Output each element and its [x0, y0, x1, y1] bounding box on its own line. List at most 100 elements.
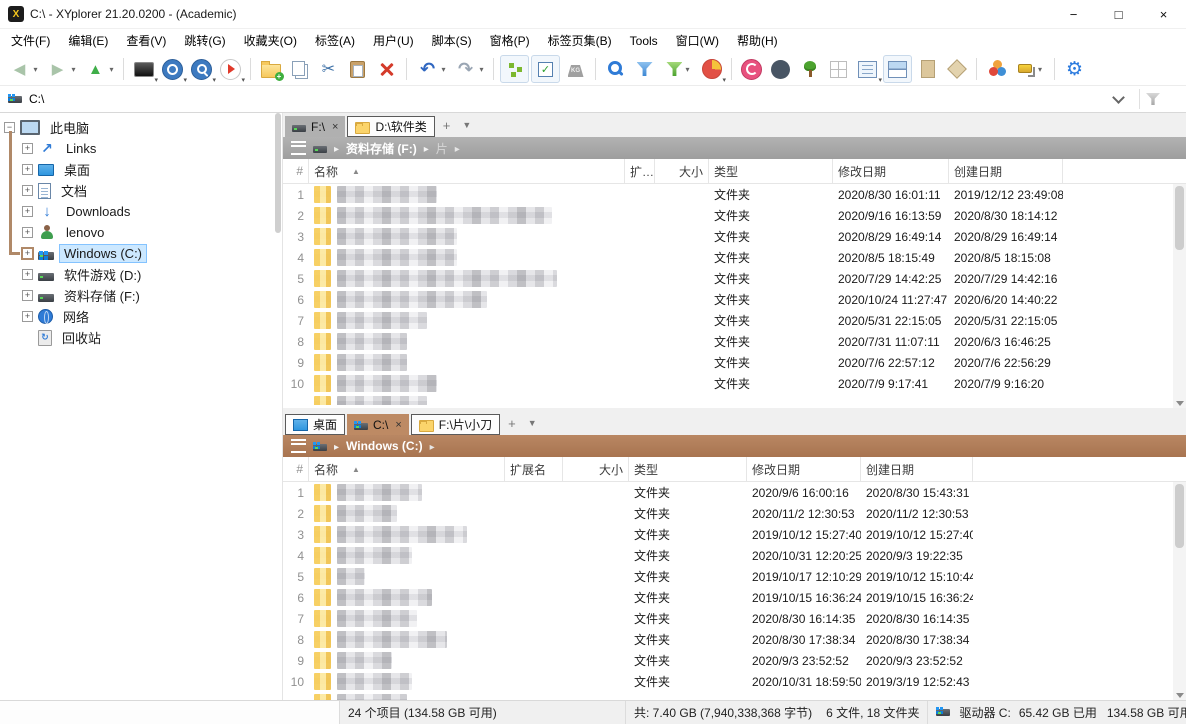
new-tab-button[interactable]: + [502, 416, 522, 431]
tree-scrollbar-thumb[interactable] [275, 113, 281, 233]
toolbar-button[interactable] [250, 58, 251, 80]
column-header[interactable]: 大小 [563, 457, 629, 481]
tree-expander[interactable]: + [22, 290, 33, 301]
toolbar-button[interactable] [595, 58, 596, 80]
tree-item[interactable]: + 资料存储 (F:) [0, 285, 282, 306]
tree-item[interactable]: − 此电脑 [0, 117, 282, 138]
breadcrumb-segment[interactable]: 资料存储 (F:) [346, 140, 417, 157]
tree-item[interactable]: + Links [0, 138, 282, 159]
tree-item[interactable]: + 网络 [0, 306, 282, 327]
menu-item[interactable]: 标签(A) [306, 29, 364, 53]
scrollbar-thumb[interactable] [1175, 186, 1184, 250]
file-row[interactable]: 5 文件夹 2020/7/29 14:42:25 2020/7/29 14:42… [283, 268, 1186, 289]
minimize-button[interactable]: − [1051, 0, 1096, 28]
file-row[interactable]: 8 文件夹 2020/8/30 17:38:34 2020/8/30 17:38… [283, 629, 1186, 650]
column-header[interactable]: 类型 [629, 457, 747, 481]
breadcrumb-segment[interactable]: Windows (C:) [346, 439, 423, 453]
toolbar-button[interactable] [738, 56, 765, 82]
toolbar-button[interactable] [315, 56, 342, 82]
toolbar-button[interactable] [217, 56, 244, 82]
toolbar-button[interactable] [159, 56, 186, 82]
toolbar-button[interactable] [373, 56, 400, 82]
toolbar-button[interactable] [854, 56, 881, 82]
toolbar-button[interactable] [796, 56, 823, 82]
tree-item[interactable]: + Windows (C:) [0, 243, 282, 264]
toolbar-button[interactable] [531, 55, 560, 83]
tab[interactable]: F:\片\小刀 [411, 414, 500, 435]
file-row[interactable]: 7 文件夹 2020/5/31 22:15:05 2020/5/31 22:15… [283, 310, 1186, 331]
toolbar-button[interactable] [1061, 56, 1088, 82]
scrollbar-thumb[interactable] [1175, 484, 1184, 548]
tree-item[interactable]: + 软件游戏 (D:) [0, 264, 282, 285]
tree-item[interactable]: + lenovo [0, 222, 282, 243]
column-header[interactable]: 创建日期 [949, 159, 1063, 183]
toolbar-button[interactable] [130, 56, 157, 82]
column-header[interactable]: 扩… [625, 159, 655, 183]
column-header[interactable]: 名称▲ [309, 159, 625, 183]
toolbar-button[interactable] [451, 56, 487, 82]
menu-item[interactable]: 窗口(W) [667, 29, 728, 53]
toolbar-button[interactable] [767, 56, 794, 82]
toolbar-button[interactable] [731, 58, 732, 80]
tree-expander[interactable]: + [22, 164, 33, 175]
file-row[interactable]: 8 文件夹 2020/7/31 11:07:11 2020/6/3 16:46:… [283, 331, 1186, 352]
column-header[interactable]: # [283, 159, 309, 183]
hamburger-menu-icon[interactable] [291, 439, 306, 453]
file-row[interactable]: 3 文件夹 2020/8/29 16:49:14 2020/8/29 16:49… [283, 226, 1186, 247]
menu-item[interactable]: 跳转(G) [175, 29, 234, 53]
column-header[interactable]: 扩展名 [505, 457, 563, 481]
toolbar-button[interactable] [698, 56, 725, 82]
tree-item[interactable]: + 文档 [0, 180, 282, 201]
toolbar-button[interactable] [344, 56, 371, 82]
menu-item[interactable]: 脚本(S) [423, 29, 481, 53]
menu-item[interactable]: 标签页集(B) [539, 29, 621, 53]
scroll-down-arrow-icon[interactable] [1176, 401, 1184, 406]
scroll-down-arrow-icon[interactable] [1176, 693, 1184, 698]
menu-item[interactable]: 收藏夹(O) [235, 29, 306, 53]
toolbar-button[interactable] [406, 58, 407, 80]
toolbar-button[interactable] [493, 58, 494, 80]
file-row[interactable]: 4 文件夹 2020/8/5 18:15:49 2020/8/5 18:15:0… [283, 247, 1186, 268]
toolbar-button[interactable] [660, 56, 696, 82]
column-header[interactable]: # [283, 457, 309, 481]
address-dropdown-button[interactable] [1103, 96, 1133, 102]
tab[interactable]: F:\ × [285, 116, 345, 137]
menu-item[interactable]: 窗格(P) [481, 29, 539, 53]
tree-expander[interactable]: + [21, 247, 34, 260]
column-header[interactable]: 创建日期 [861, 457, 973, 481]
tab-list-dropdown[interactable]: ▼ [456, 120, 477, 130]
maximize-button[interactable]: □ [1096, 0, 1141, 28]
file-row[interactable]: 4 文件夹 2020/10/31 12:20:25 2020/9/3 19:22… [283, 545, 1186, 566]
tree-expander[interactable]: + [22, 311, 33, 322]
column-header[interactable]: 大小 [655, 159, 709, 183]
toolbar-button[interactable] [81, 56, 117, 82]
toolbar-button[interactable] [413, 56, 449, 82]
toolbar-button[interactable] [631, 56, 658, 82]
breadcrumb-segment[interactable]: 片 [436, 140, 448, 157]
menu-item[interactable]: 查看(V) [117, 29, 175, 53]
menu-item[interactable]: 帮助(H) [728, 29, 787, 53]
top-list-scrollbar[interactable] [1173, 184, 1186, 408]
new-tab-button[interactable]: + [437, 118, 457, 133]
column-header[interactable]: 名称▲ [309, 457, 505, 481]
toolbar-button[interactable] [983, 56, 1010, 82]
close-button[interactable]: × [1141, 0, 1186, 28]
tree-expander[interactable]: + [22, 185, 33, 196]
toolbar-button[interactable] [257, 56, 284, 82]
file-row[interactable]: 1 文件夹 2020/8/30 16:01:11 2019/12/12 23:4… [283, 184, 1186, 205]
tree-expander[interactable]: + [22, 269, 33, 280]
toolbar-button[interactable] [286, 56, 313, 82]
hamburger-menu-icon[interactable] [291, 141, 306, 155]
file-row[interactable]: 9 文件夹 2020/7/6 22:57:12 2020/7/6 22:56:2… [283, 352, 1186, 373]
tree-expander[interactable]: + [22, 227, 33, 238]
file-row[interactable]: 1 文件夹 2020/9/6 16:00:16 2020/8/30 15:43:… [283, 482, 1186, 503]
toolbar-button[interactable] [1054, 58, 1055, 80]
file-row[interactable]: 3 文件夹 2019/10/12 15:27:40 2019/10/12 15:… [283, 524, 1186, 545]
tree-expander[interactable]: + [22, 143, 33, 154]
toolbar-button[interactable] [500, 55, 529, 83]
file-row[interactable]: 10 文件夹 2020/10/31 18:59:50 2019/3/19 12:… [283, 671, 1186, 692]
tree-item[interactable]: + Downloads [0, 201, 282, 222]
file-row[interactable]: 7 文件夹 2020/8/30 16:14:35 2020/8/30 16:14… [283, 608, 1186, 629]
file-row[interactable]: 6 文件夹 2020/10/24 11:27:47 2020/6/20 14:4… [283, 289, 1186, 310]
file-row[interactable]: 2 文件夹 2020/9/16 16:13:59 2020/8/30 18:14… [283, 205, 1186, 226]
